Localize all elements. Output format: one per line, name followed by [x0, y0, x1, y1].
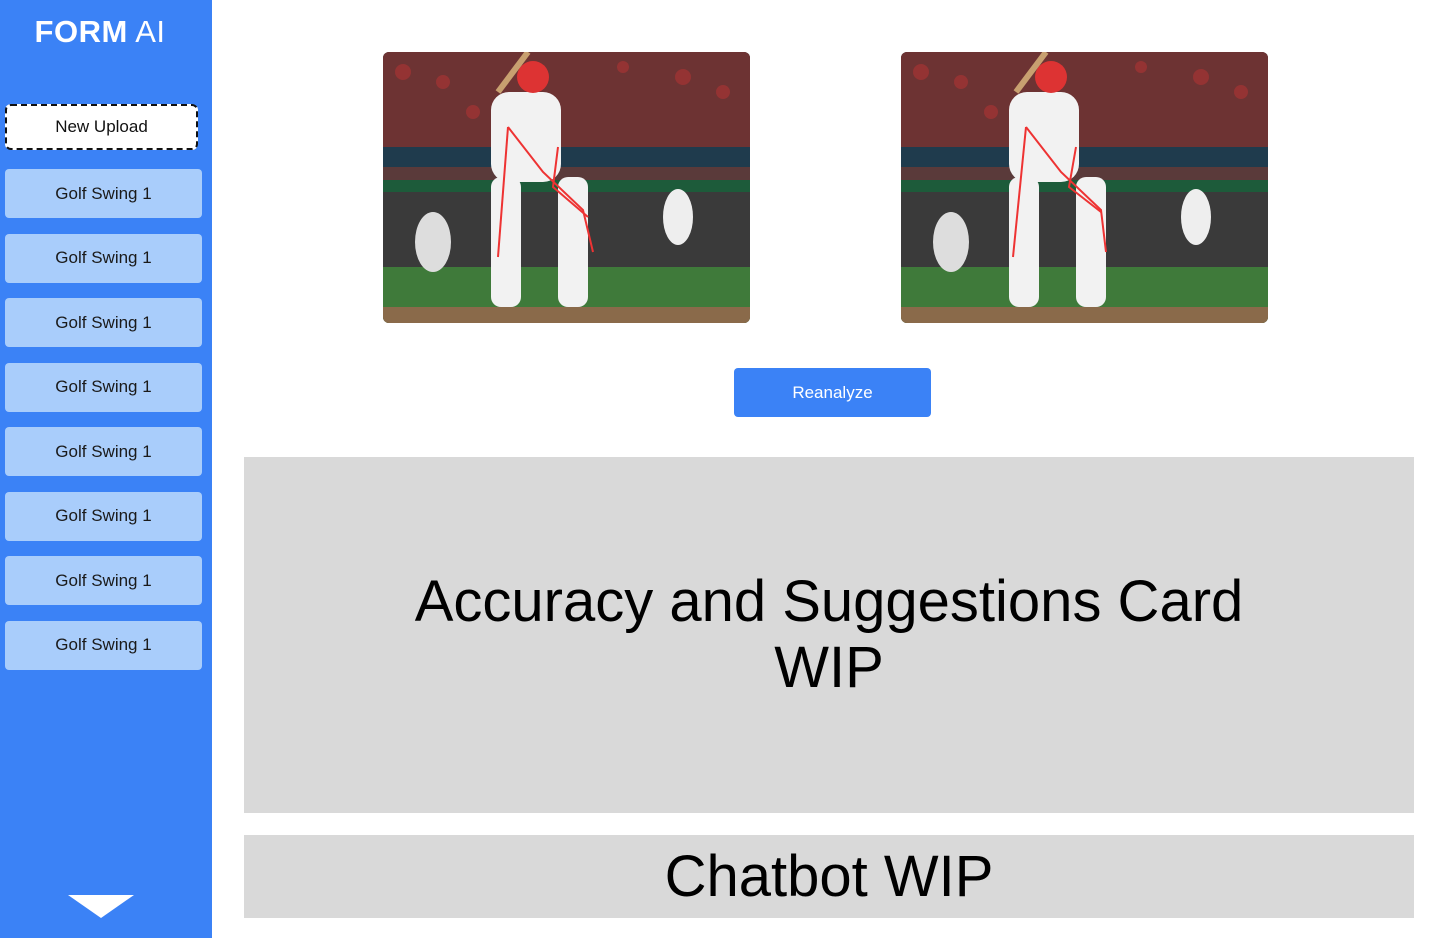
- sidebar: FORM AI New Upload Golf Swing 1 Golf Swi…: [0, 0, 212, 938]
- upload-history-list: Golf Swing 1 Golf Swing 1 Golf Swing 1 G…: [5, 169, 202, 685]
- sidebar-item-upload[interactable]: Golf Swing 1: [5, 362, 202, 412]
- brand-logo: FORM AI: [0, 14, 200, 50]
- sidebar-item-upload[interactable]: Golf Swing 1: [5, 233, 202, 283]
- chatbot-panel[interactable]: Chatbot WIP: [244, 835, 1414, 918]
- brand-name-light: AI: [135, 14, 166, 49]
- card-title: Accuracy and Suggestions Card WIP: [414, 569, 1244, 700]
- batter-pose-image: [383, 52, 750, 323]
- sidebar-item-upload[interactable]: Golf Swing 1: [5, 427, 202, 476]
- new-upload-button[interactable]: New Upload: [5, 104, 198, 150]
- app: FORM AI New Upload Golf Swing 1 Golf Swi…: [0, 0, 1442, 938]
- sidebar-item-upload[interactable]: Golf Swing 1: [5, 556, 202, 605]
- brand-name-bold: FORM: [34, 14, 128, 49]
- chevron-down-icon[interactable]: [68, 895, 134, 918]
- accuracy-suggestions-card: Accuracy and Suggestions Card WIP: [244, 457, 1414, 813]
- sidebar-item-upload[interactable]: Golf Swing 1: [5, 298, 202, 347]
- reanalyze-button[interactable]: Reanalyze: [734, 368, 931, 417]
- chatbot-title: Chatbot WIP: [664, 843, 994, 909]
- sidebar-item-upload[interactable]: Golf Swing 1: [5, 169, 202, 218]
- user-video-frame[interactable]: [901, 52, 1268, 323]
- reference-video-frame[interactable]: [383, 52, 750, 323]
- batter-pose-image: [901, 52, 1268, 323]
- sidebar-item-upload[interactable]: Golf Swing 1: [5, 620, 202, 670]
- sidebar-item-upload[interactable]: Golf Swing 1: [5, 491, 202, 541]
